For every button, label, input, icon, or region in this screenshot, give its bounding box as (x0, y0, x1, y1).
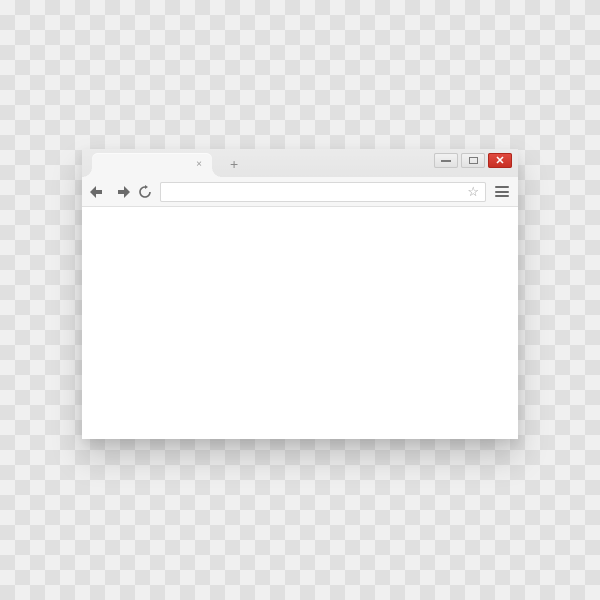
maximize-icon (469, 157, 478, 164)
address-bar[interactable]: ☆ (160, 182, 486, 202)
bookmark-button[interactable]: ☆ (467, 184, 479, 200)
tab-strip: × + ✕ (82, 149, 518, 177)
minimize-button[interactable] (434, 153, 458, 168)
new-tab-button[interactable]: + (230, 157, 238, 171)
reload-icon (138, 185, 152, 199)
maximize-button[interactable] (461, 153, 485, 168)
window-controls: ✕ (434, 153, 512, 168)
minimize-icon (441, 160, 451, 162)
close-window-button[interactable]: ✕ (488, 153, 512, 168)
arrow-right-icon (114, 186, 130, 198)
reload-button[interactable] (138, 185, 152, 199)
back-button[interactable] (90, 186, 106, 198)
arrow-left-icon (90, 186, 106, 198)
page-viewport (82, 207, 518, 439)
close-icon: ✕ (495, 154, 504, 167)
forward-button[interactable] (114, 186, 130, 198)
menu-button[interactable] (494, 184, 510, 199)
url-input[interactable] (167, 186, 461, 198)
browser-tab[interactable]: × (92, 153, 212, 177)
browser-window: × + ✕ ☆ (82, 149, 518, 439)
hamburger-icon (495, 186, 509, 188)
toolbar: ☆ (82, 177, 518, 207)
close-tab-icon[interactable]: × (196, 160, 202, 170)
